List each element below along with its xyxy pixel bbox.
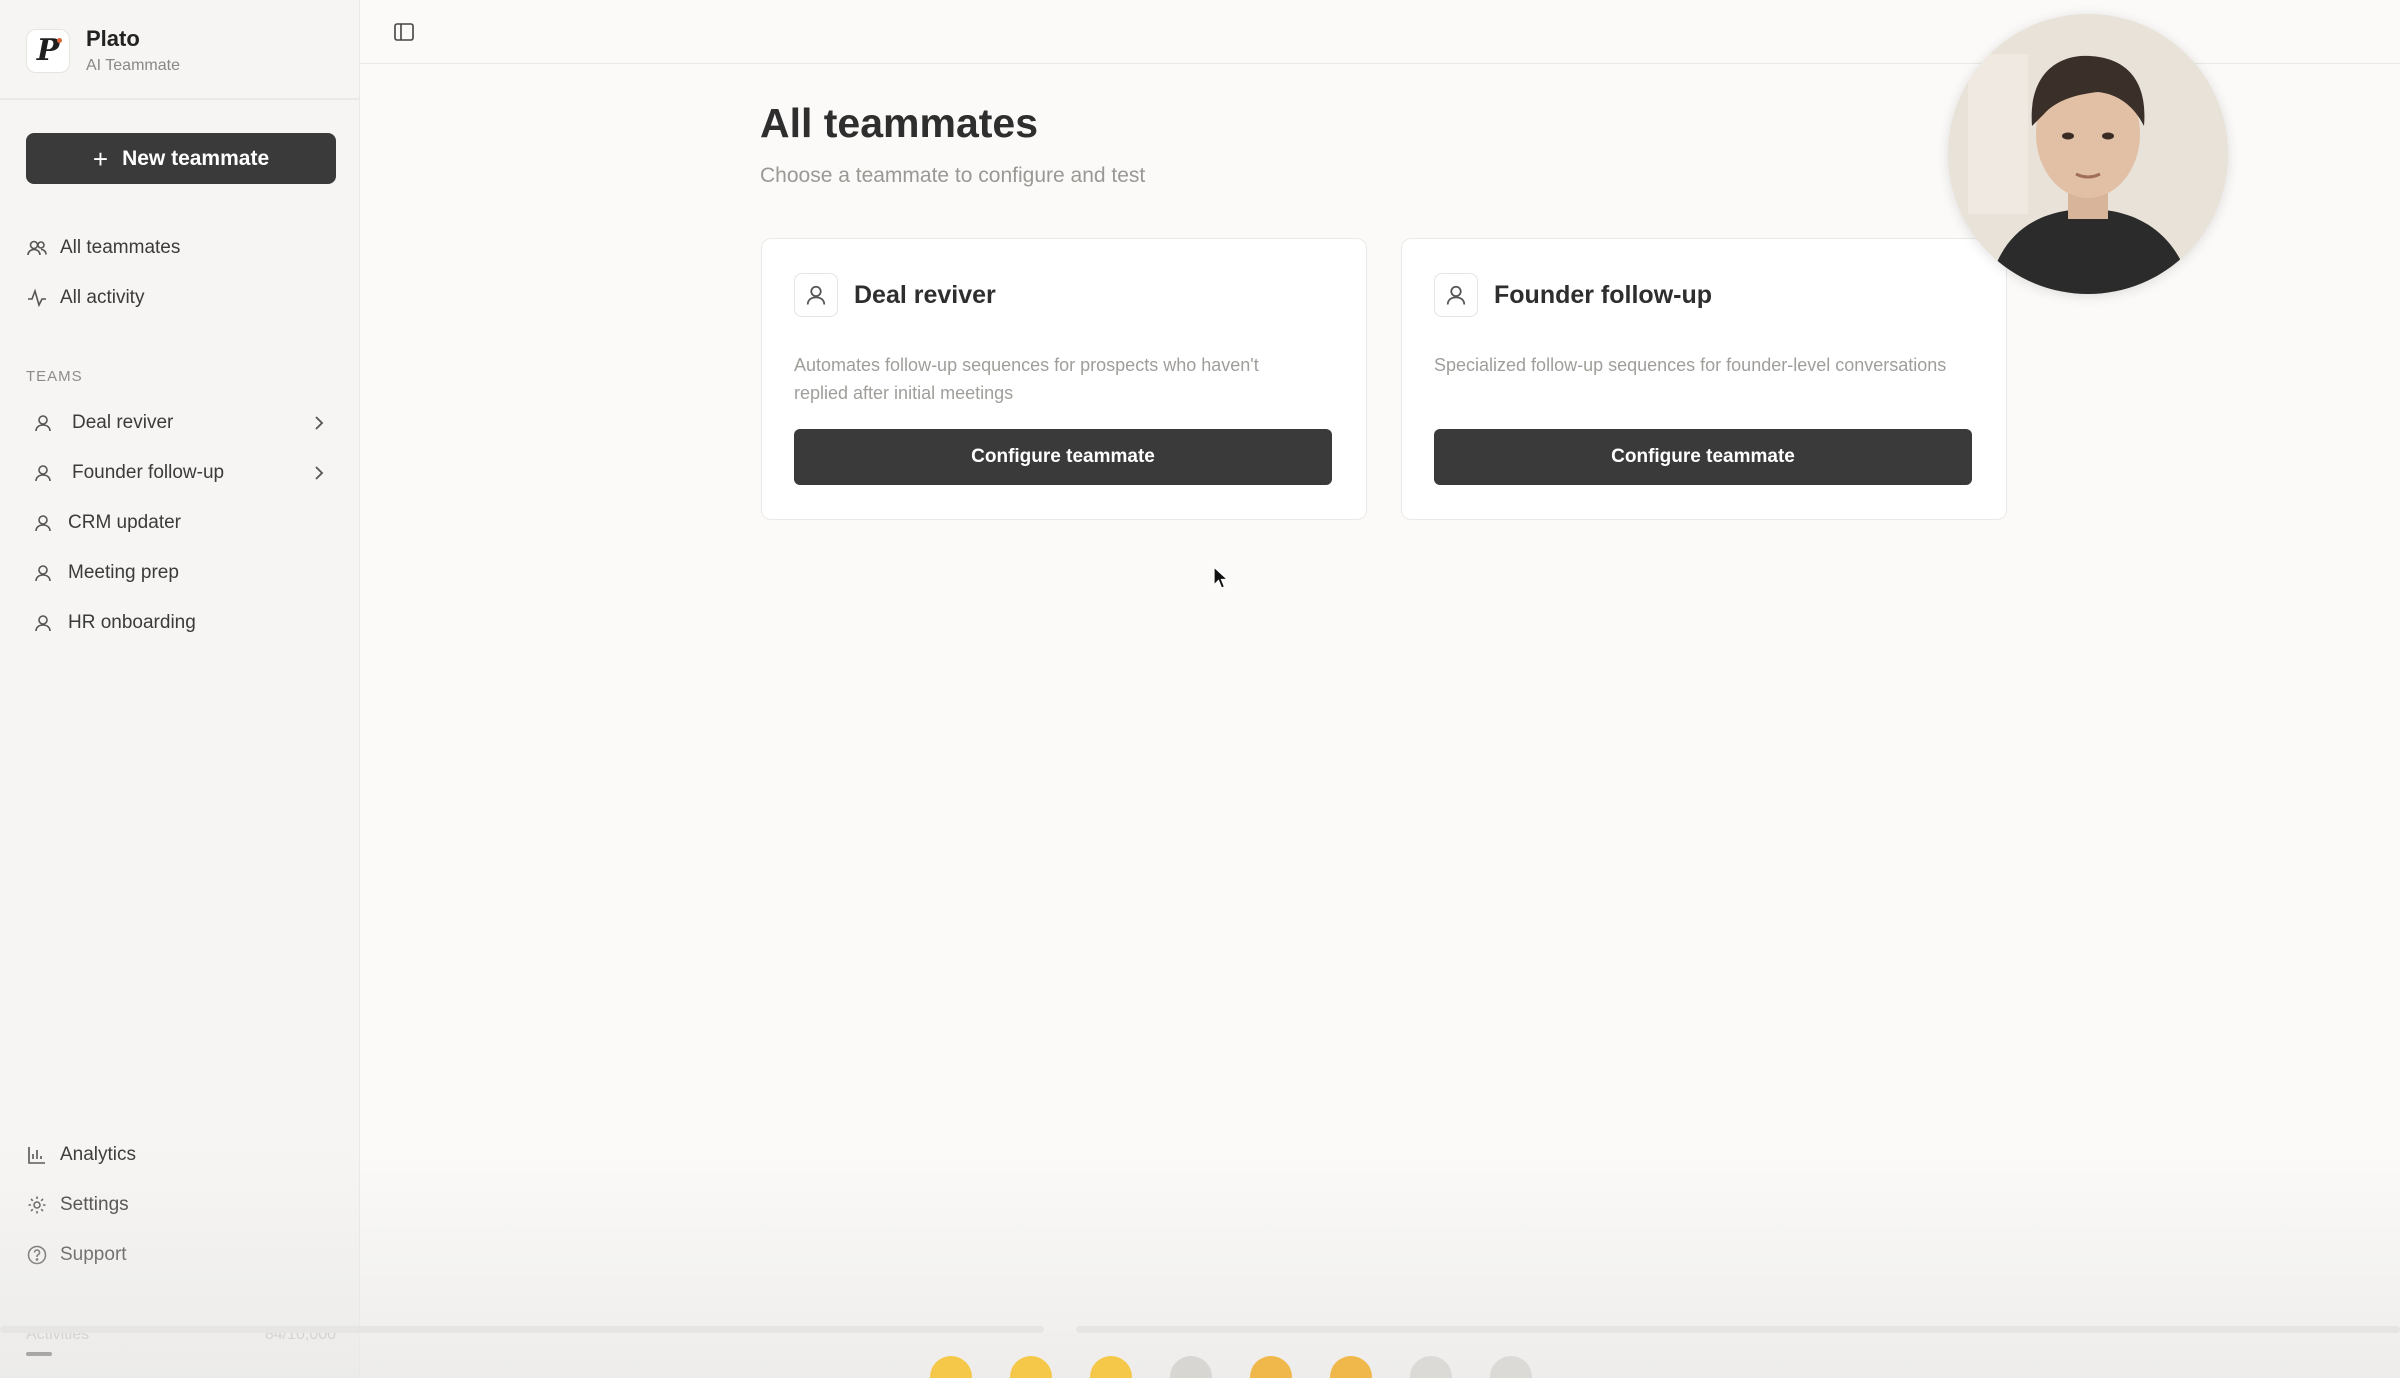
team-label: Founder follow-up [72,462,225,483]
video-scrubber-left[interactable] [0,1326,1044,1333]
sidebar-toggle-icon[interactable] [392,20,416,44]
nav-all-teammates[interactable]: All teammates [26,237,180,259]
nav-all-activity[interactable]: All activity [26,287,144,309]
bar-chart-icon [26,1144,48,1166]
user-icon [32,462,54,484]
usage-progress-bar [26,1352,52,1356]
app-window: P Plato AI Teammate + New teammate All t… [0,0,2400,1378]
brand-subtitle: AI Teammate [86,57,180,74]
sidebar-item-founder-follow-up[interactable]: Founder follow-up [26,453,336,493]
configure-teammate-button[interactable]: Configure teammate [794,429,1332,485]
chevron-right-icon[interactable] [308,412,330,434]
sidebar-item-hr-onboarding[interactable]: HR onboarding [26,603,336,643]
nav-settings[interactable]: Settings [26,1194,129,1216]
page-subtitle: Choose a teammate to configure and test [760,164,1146,187]
thumbs-up-icon[interactable] [1250,1356,1292,1378]
activity-icon [26,287,48,309]
card-description: Specialized follow-up sequences for foun… [1434,355,1947,375]
logo-letter: P [36,33,60,68]
team-label: CRM updater [68,512,181,533]
team-label: HR onboarding [68,612,196,633]
gear-icon [26,1194,48,1216]
card-title: Deal reviver [854,280,996,309]
brand[interactable]: P Plato AI Teammate [26,26,180,75]
teammate-card-founder-follow-up[interactable]: Founder follow-up Specialized follow-up … [1401,238,2007,520]
nav-label: All activity [60,287,145,308]
emoji-reaction-icon[interactable] [1010,1356,1052,1378]
brand-name: Plato [86,26,140,51]
sidebar-divider [0,98,360,100]
help-circle-icon [26,1244,48,1266]
sparkle-reaction-icon[interactable] [1170,1356,1212,1378]
sidebar-item-meeting-prep[interactable]: Meeting prep [26,553,336,593]
sidebar-item-crm-updater[interactable]: CRM updater [26,503,336,543]
user-icon [32,512,54,534]
users-icon [26,237,48,259]
nav-support[interactable]: Support [26,1244,127,1266]
user-icon [32,612,54,634]
sidebar: P Plato AI Teammate + New teammate All t… [0,0,360,1378]
screen-icon[interactable] [1490,1356,1532,1378]
teams-section-label: TEAMS [26,368,83,385]
reaction-bar [930,1356,1532,1378]
team-label: Deal reviver [72,412,174,433]
new-teammate-label: New teammate [122,146,270,170]
card-description: Automates follow-up sequences for prospe… [794,355,1259,403]
emoji-reaction-icon[interactable] [1090,1356,1132,1378]
page-title: All teammates [760,100,1039,146]
video-scrubber-right[interactable] [1076,1326,2400,1333]
nav-label: All teammates [60,237,181,258]
new-teammate-button[interactable]: + New teammate [26,133,336,184]
emoji-reaction-icon[interactable] [930,1356,972,1378]
user-icon [1434,273,1478,317]
logo-dot [57,37,62,43]
presenter-avatar [1948,14,2228,294]
webcam-overlay [1948,14,2228,294]
comment-icon[interactable] [1410,1356,1452,1378]
sidebar-item-deal-reviver[interactable]: Deal reviver [26,403,336,443]
thumbs-down-icon[interactable] [1330,1356,1372,1378]
nav-label: Settings [60,1194,129,1215]
user-icon [794,273,838,317]
chevron-right-icon[interactable] [308,462,330,484]
user-icon [32,562,54,584]
card-title: Founder follow-up [1494,280,1713,309]
plato-logo: P [26,28,70,73]
team-label: Meeting prep [68,562,179,583]
nav-label: Analytics [60,1144,137,1165]
configure-teammate-button[interactable]: Configure teammate [1434,429,1972,485]
nav-analytics[interactable]: Analytics [26,1144,136,1166]
teammate-card-deal-reviver[interactable]: Deal reviver Automates follow-up sequenc… [761,238,1367,520]
video-overlay-fade [0,1150,2400,1378]
user-icon [32,412,54,434]
mouse-cursor-icon [1213,566,1229,589]
nav-label: Support [60,1244,127,1265]
plus-icon: + [92,143,109,174]
